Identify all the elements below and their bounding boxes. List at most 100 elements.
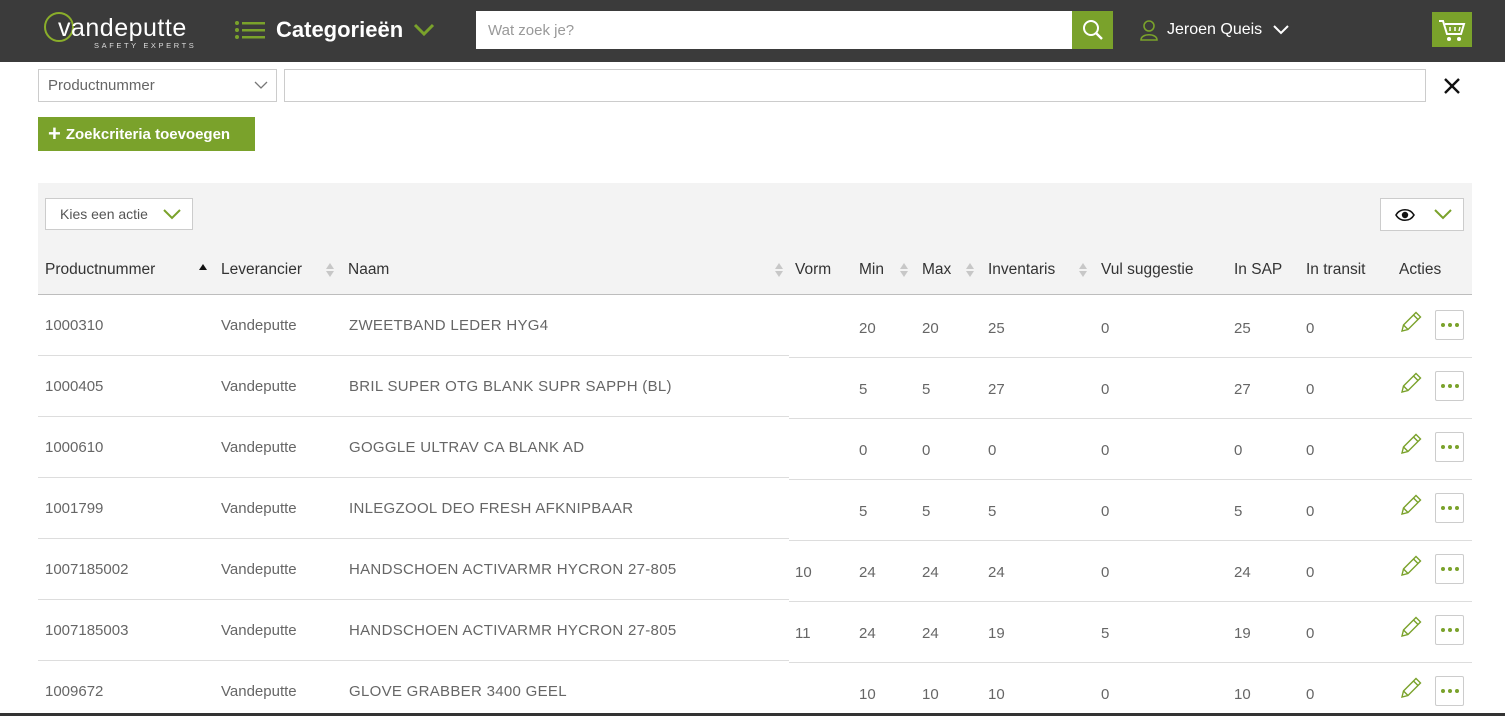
more-actions-button[interactable] xyxy=(1435,371,1464,401)
cell-in-transit: 0 xyxy=(1306,564,1315,581)
cell-inventaris: 10 xyxy=(988,686,1005,703)
dot-icon xyxy=(1447,323,1452,327)
more-actions-button[interactable] xyxy=(1435,554,1464,584)
cell-productnummer: 1000310 xyxy=(45,317,104,334)
top-navigation-bar: vandeputte SAFETY EXPERTS Categorieën Je… xyxy=(0,0,1505,62)
bulk-action-placeholder: Kies een actie xyxy=(60,206,148,222)
cell-min: 0 xyxy=(859,442,868,459)
chevron-down-icon xyxy=(414,23,435,37)
cell-vorm: 10 xyxy=(795,564,812,581)
search-input[interactable] xyxy=(476,11,1072,49)
list-menu-icon xyxy=(235,21,265,39)
cell-productnummer: 1000405 xyxy=(45,378,104,395)
cell-max: 5 xyxy=(922,381,931,398)
table-row: 1007185002 Vandeputte HANDSCHOEN ACTIVARMR… xyxy=(38,539,1472,602)
add-search-criteria-button[interactable]: + Zoekcriteria toevoegen xyxy=(38,117,255,151)
more-actions-button[interactable] xyxy=(1435,493,1464,523)
plus-icon: + xyxy=(48,121,61,146)
dot-icon xyxy=(1454,445,1459,449)
logo-tagline: SAFETY EXPERTS xyxy=(94,41,197,50)
table-header-panel: Kies een actie Productnummer Leverancier… xyxy=(38,183,1472,295)
cell-vul-suggestie: 0 xyxy=(1101,320,1110,337)
column-header-inventaris[interactable]: Inventaris xyxy=(988,261,1055,279)
edit-pencil-icon[interactable] xyxy=(1399,676,1423,700)
edit-pencil-icon[interactable] xyxy=(1399,615,1423,639)
more-actions-button[interactable] xyxy=(1435,615,1464,645)
table-row: 1000405 Vandeputte BRIL SUPER OTG BLANK SU… xyxy=(38,356,1472,419)
chevron-down-icon xyxy=(163,209,181,220)
dot-icon xyxy=(1447,384,1452,388)
cell-inventaris: 27 xyxy=(988,381,1005,398)
edit-pencil-icon[interactable] xyxy=(1399,554,1423,578)
cell-in-sap: 27 xyxy=(1234,381,1251,398)
filter-value-input[interactable] xyxy=(284,69,1426,102)
dot-icon xyxy=(1447,506,1452,510)
cell-min: 20 xyxy=(859,320,876,337)
column-header-in-sap: In SAP xyxy=(1234,261,1283,278)
cell-in-transit: 0 xyxy=(1306,442,1315,459)
column-visibility-toggle[interactable] xyxy=(1380,198,1464,231)
column-header-leverancier[interactable]: Leverancier xyxy=(221,261,302,279)
edit-pencil-icon[interactable] xyxy=(1399,371,1423,395)
cart-button[interactable] xyxy=(1432,12,1472,47)
cell-leverancier: Vandeputte xyxy=(221,500,297,517)
cell-in-transit: 0 xyxy=(1306,381,1315,398)
edit-pencil-icon[interactable] xyxy=(1399,493,1423,517)
cell-inventaris: 5 xyxy=(988,503,997,520)
cell-inventaris: 24 xyxy=(988,564,1005,581)
dot-icon xyxy=(1454,384,1459,388)
edit-pencil-icon[interactable] xyxy=(1399,432,1423,456)
sort-icon[interactable] xyxy=(900,263,908,277)
table-row: 1009672 Vandeputte GLOVE GRABBER 3400 GEEL… xyxy=(38,661,1472,716)
column-header-in-transit: In transit xyxy=(1306,261,1366,278)
sort-icon[interactable] xyxy=(966,263,974,277)
cell-productnummer: 1007185003 xyxy=(45,622,129,639)
vandeputte-logo[interactable]: vandeputte SAFETY EXPERTS xyxy=(44,10,214,52)
column-header-naam[interactable]: Naam xyxy=(348,261,389,279)
user-name: Jeroen Queis xyxy=(1167,21,1263,38)
more-actions-button[interactable] xyxy=(1435,676,1464,706)
cell-in-transit: 0 xyxy=(1306,503,1315,520)
dot-icon xyxy=(1440,384,1445,388)
bulk-action-select[interactable]: Kies een actie xyxy=(45,198,193,230)
sort-icon[interactable] xyxy=(775,263,783,277)
cell-in-transit: 0 xyxy=(1306,686,1315,703)
dot-icon xyxy=(1454,689,1459,693)
column-header-vul-suggestie: Vul suggestie xyxy=(1101,261,1194,278)
column-header-acties: Acties xyxy=(1399,261,1442,278)
cell-min: 24 xyxy=(859,625,876,642)
clear-filter-button[interactable] xyxy=(1440,74,1464,98)
close-icon xyxy=(1444,78,1460,94)
dot-icon xyxy=(1447,689,1452,693)
cell-in-sap: 0 xyxy=(1234,442,1243,459)
sort-icon[interactable] xyxy=(326,263,334,277)
column-header-productnummer[interactable]: Productnummer xyxy=(45,261,155,279)
edit-pencil-icon[interactable] xyxy=(1399,310,1423,334)
cell-productnummer: 1007185002 xyxy=(45,561,129,578)
cell-min: 24 xyxy=(859,564,876,581)
categories-menu-button[interactable]: Categorieën xyxy=(234,14,435,46)
sort-icon[interactable] xyxy=(1079,263,1087,277)
column-header-min[interactable]: Min xyxy=(859,261,884,279)
cell-leverancier: Vandeputte xyxy=(221,683,297,700)
cell-min: 5 xyxy=(859,503,868,520)
cell-min: 10 xyxy=(859,686,876,703)
cell-max: 0 xyxy=(922,442,931,459)
sort-ascending-icon[interactable] xyxy=(199,263,207,277)
more-actions-button[interactable] xyxy=(1435,432,1464,462)
search-button[interactable] xyxy=(1072,11,1113,49)
more-actions-button[interactable] xyxy=(1435,310,1464,340)
add-search-criteria-label: Zoekcriteria toevoegen xyxy=(65,125,231,143)
dot-icon xyxy=(1447,567,1452,571)
chevron-down-icon xyxy=(254,81,268,89)
filter-field-select[interactable]: Productnummer xyxy=(38,69,277,102)
cell-max: 24 xyxy=(922,564,939,581)
column-header-max[interactable]: Max xyxy=(922,261,951,279)
cell-leverancier: Vandeputte xyxy=(221,378,297,395)
dot-icon xyxy=(1454,567,1459,571)
logo-text: vandeputte xyxy=(58,14,187,42)
dot-icon xyxy=(1454,323,1459,327)
cell-productnummer: 1000610 xyxy=(45,439,104,456)
cell-inventaris: 0 xyxy=(988,442,997,459)
user-account-menu[interactable]: Jeroen Queis xyxy=(1139,16,1290,44)
